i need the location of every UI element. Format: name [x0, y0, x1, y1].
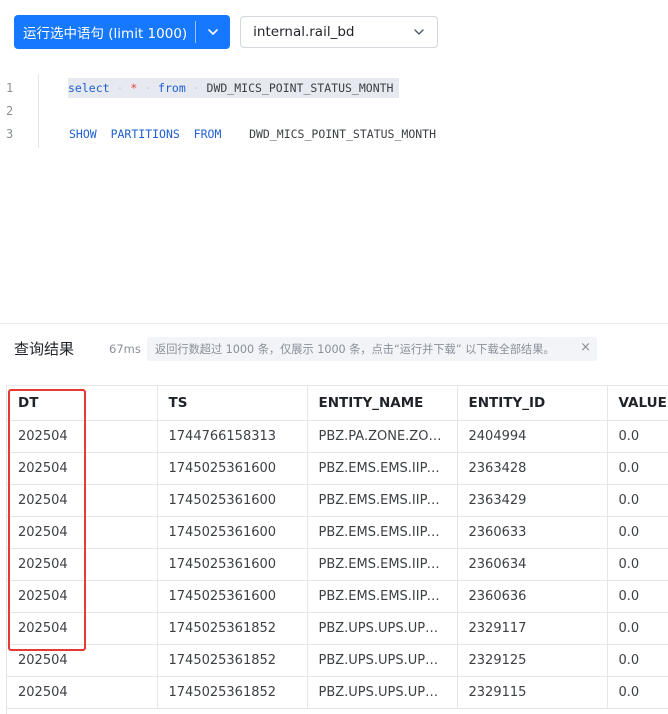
keyword-from: FROM [193, 127, 222, 141]
statement-line-3[interactable]: SHOW PARTITIONS FROM DWD_MICS_POINT_STAT… [69, 127, 436, 141]
table-cell[interactable]: 1744766158313 [157, 420, 308, 453]
table-row[interactable]: 202504 1745025361600 PBZ.EMS.EMS.IIPA... 23… [7, 516, 668, 549]
row-limit-notice: 返回行数超过 1000 条，仅展示 1000 条，点击“运行并下载” 以下载全部… [147, 337, 597, 361]
table-cell[interactable]: 202504 [7, 644, 158, 677]
table-cell[interactable]: 0.0 [607, 548, 668, 581]
table-cell[interactable]: 202504 [7, 580, 158, 613]
table-cell[interactable]: 1745025361852 [157, 676, 308, 709]
table-cell[interactable]: 202504 [7, 420, 158, 453]
toolbar: 运行选中语句 (limit 1000) internal.rail_bd [14, 15, 439, 49]
table-cell[interactable]: 2404994 [457, 420, 608, 453]
table-cell[interactable]: 2360634 [457, 548, 608, 581]
column-header-entity-name[interactable]: ENTITY_NAME [307, 386, 458, 421]
keyword-partitions: PARTITIONS [110, 127, 180, 141]
table-body: 202504 1744766158313 PBZ.PA.ZONE.ZON... 240… [7, 420, 668, 709]
table-cell[interactable]: 2360636 [457, 580, 608, 613]
table-cell[interactable]: 2360633 [457, 516, 608, 549]
table-cell[interactable]: 202504 [7, 612, 158, 645]
column-header-dt[interactable]: DT [7, 386, 158, 421]
table-cell[interactable]: 0.0 [607, 612, 668, 645]
table-cell[interactable]: 1745025361600 [157, 484, 308, 517]
table-cell[interactable]: 1745025361600 [157, 548, 308, 581]
table-row[interactable]: 202504 1744766158313 PBZ.PA.ZONE.ZON... 240… [7, 420, 668, 453]
keyword-select: select [68, 81, 110, 95]
table-row[interactable]: 202504 1745025361852 PBZ.UPS.UPS.UPS.... 23… [7, 676, 668, 709]
column-header-value[interactable]: VALUE [607, 386, 668, 421]
table-cell[interactable]: 0.0 [607, 580, 668, 613]
sql-editor[interactable]: 1 select · * · from · DWD_MICS_POINT_STA… [0, 74, 668, 324]
table-cell[interactable]: 0.0 [607, 644, 668, 677]
keyword-from: from [158, 81, 186, 95]
chevron-down-icon [208, 29, 218, 35]
table-cell[interactable]: 1745025361600 [157, 580, 308, 613]
table-cell[interactable]: PBZ.EMS.EMS.IIPA... [307, 548, 458, 581]
table-cell[interactable]: 202504 [7, 452, 158, 485]
table-cell[interactable]: PBZ.UPS.UPS.UPS.... [307, 644, 458, 677]
table-cell[interactable]: PBZ.PA.ZONE.ZON... [307, 420, 458, 453]
line-number: 2 [6, 104, 14, 118]
table-cell[interactable]: 1745025361600 [157, 516, 308, 549]
table-cell[interactable]: PBZ.EMS.EMS.IIPA... [307, 516, 458, 549]
table-cell[interactable]: 202504 [7, 484, 158, 517]
table-cell[interactable]: 0.0 [607, 484, 668, 517]
table-identifier: DWD_MICS_POINT_STATUS_MONTH [249, 127, 437, 141]
table-header-row: DT TS ENTITY_NAME ENTITY_ID VALUE [7, 386, 668, 421]
table-cell[interactable]: PBZ.EMS.EMS.IIPA... [307, 580, 458, 613]
selected-statement[interactable]: select · * · from · DWD_MICS_POINT_STATU… [68, 78, 400, 98]
run-selected-button-group: 运行选中语句 (limit 1000) [14, 15, 231, 49]
table-cell[interactable]: 0.0 [607, 452, 668, 485]
keyword-show: SHOW [69, 127, 97, 141]
table-cell[interactable]: 0.0 [607, 516, 668, 549]
editor-line-2[interactable]: 2 [0, 100, 668, 122]
table-cell[interactable]: 2363429 [457, 484, 608, 517]
table-cell[interactable]: 1745025361852 [157, 644, 308, 677]
table-cell[interactable]: 202504 [7, 676, 158, 709]
table-cell[interactable]: 2363428 [457, 452, 608, 485]
table-cell[interactable]: PBZ.UPS.UPS.UPS.... [307, 676, 458, 709]
table-cell[interactable]: 0.0 [607, 676, 668, 709]
table-row[interactable]: 202504 1745025361600 PBZ.EMS.EMS.IIPA... 23… [7, 548, 668, 581]
table-cell[interactable]: 202504 [7, 516, 158, 549]
table-row[interactable]: 202504 1745025361852 PBZ.UPS.UPS.UPS.... 23… [7, 644, 668, 677]
line-number: 1 [6, 81, 14, 95]
table-cell[interactable]: 0.0 [607, 420, 668, 453]
chevron-down-icon [414, 29, 424, 35]
table-cell[interactable]: 2329125 [457, 644, 608, 677]
table-cell[interactable]: PBZ.UPS.UPS.UPS.... [307, 612, 458, 645]
notice-text: 返回行数超过 1000 条，仅展示 1000 条，点击“运行并下载” 以下载全部… [155, 343, 555, 356]
close-icon[interactable]: × [580, 340, 591, 355]
table-row[interactable]: 202504 1745025361600 PBZ.EMS.EMS.IIPA... 23… [7, 580, 668, 613]
results-title: 查询结果 [14, 340, 75, 358]
table-cell[interactable]: PBZ.EMS.EMS.IIPA... [307, 452, 458, 485]
table-row[interactable]: 202504 1745025361600 PBZ.EMS.EMS.IIPA... 23… [7, 452, 668, 485]
editor-line-3[interactable]: 3 SHOW PARTITIONS FROM DWD_MICS_POINT_ST… [0, 123, 668, 145]
database-select-value: internal.rail_bd [253, 24, 355, 40]
whitespace-dot: · [137, 81, 159, 95]
table-row[interactable]: 202504 1745025361852 PBZ.UPS.UPS.UPS.... 23… [7, 612, 668, 645]
table-row[interactable]: 202504 1745025361600 PBZ.EMS.EMS.IIPA... 23… [7, 484, 668, 517]
table-cell[interactable]: 1745025361852 [157, 612, 308, 645]
table-cell[interactable]: 2329117 [457, 612, 608, 645]
line-number: 3 [6, 127, 14, 141]
whitespace-dot: · [185, 81, 207, 95]
table-cell[interactable]: 2329115 [457, 676, 608, 709]
results-table-container[interactable]: DT TS ENTITY_NAME ENTITY_ID VALUE 202504 1744… [6, 385, 668, 714]
database-select[interactable]: internal.rail_bd [240, 16, 439, 48]
column-header-entity-id[interactable]: ENTITY_ID [457, 386, 608, 421]
editor-line-1[interactable]: 1 select · * · from · DWD_MICS_POINT_STA… [0, 77, 668, 99]
table-cell[interactable]: 1745025361600 [157, 452, 308, 485]
results-divider[interactable] [0, 323, 668, 324]
run-selected-button[interactable]: 运行选中语句 (limit 1000) [14, 15, 195, 49]
table-cell[interactable]: 202504 [7, 548, 158, 581]
whitespace-dot: · [109, 81, 131, 95]
results-table: DT TS ENTITY_NAME ENTITY_ID VALUE 202504 1744… [7, 386, 668, 709]
table-identifier: DWD_MICS_POINT_STATUS_MONTH [206, 81, 394, 95]
run-options-dropdown-button[interactable] [196, 15, 230, 49]
table-cell[interactable]: PBZ.EMS.EMS.IIPA... [307, 484, 458, 517]
column-header-ts[interactable]: TS [157, 386, 308, 421]
query-duration: 67ms [109, 342, 141, 356]
